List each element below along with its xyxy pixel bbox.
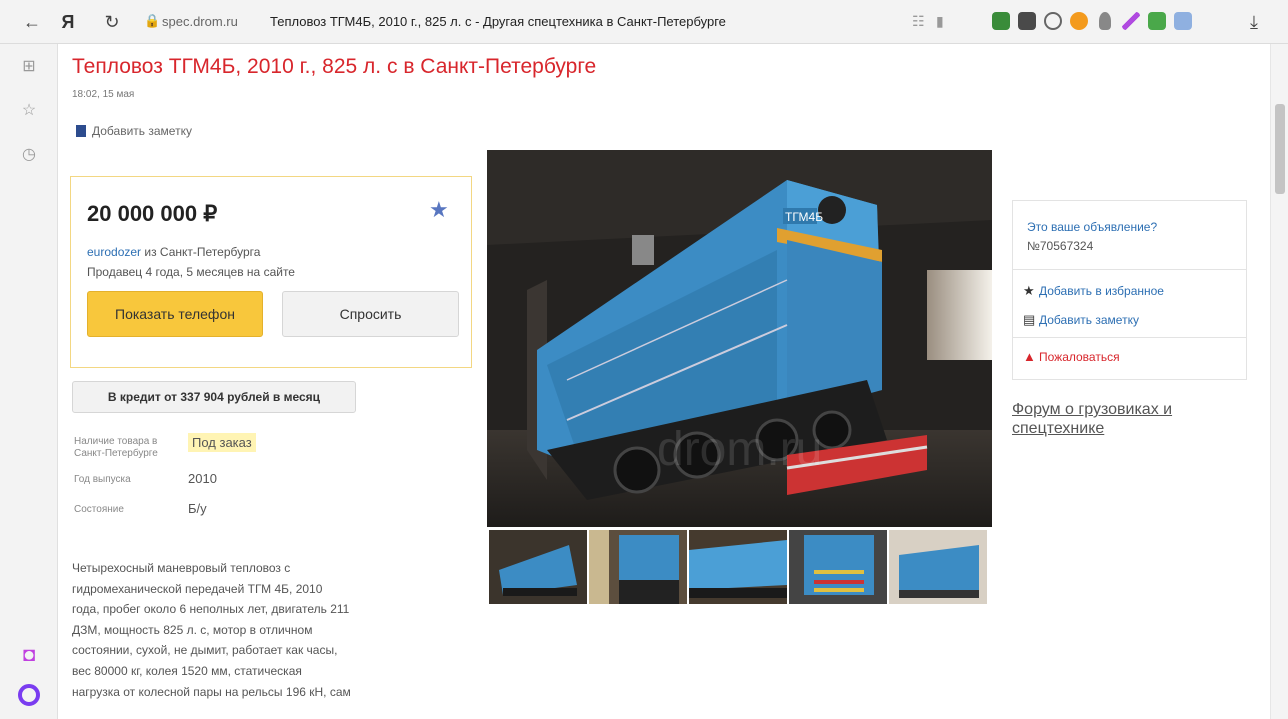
seller-city: из Санкт-Петербурга <box>141 245 261 259</box>
description: Четырехосный маневровый тепловоз с гидро… <box>72 561 351 699</box>
report-label: Пожаловаться <box>1039 350 1120 364</box>
back-arrow-icon[interactable]: ← <box>20 10 44 34</box>
favorite-star-icon[interactable]: ★ <box>429 197 449 223</box>
divider <box>1013 337 1246 338</box>
availability-badge: Под заказ <box>188 433 256 452</box>
warning-icon: ▲ <box>1023 349 1036 364</box>
download-icon[interactable]: ⤓ <box>1242 10 1266 34</box>
add-note-link[interactable]: Добавить заметку <box>76 124 192 138</box>
yandex-logo-icon[interactable]: Я <box>56 10 80 34</box>
browser-sidebar: ⊞ ☆ ◷ ◘ <box>0 44 58 719</box>
divider <box>1013 269 1246 270</box>
bookmark-icon[interactable]: ▮ <box>936 13 944 30</box>
add-favorite-link[interactable]: ★ Добавить в избранное <box>1023 283 1164 299</box>
spec-label: Наличие товара в Санкт-Петербурге <box>74 436 158 459</box>
scrollbar-thumb[interactable] <box>1275 104 1285 194</box>
thumbnail[interactable] <box>589 530 687 604</box>
extension-icon[interactable] <box>1174 12 1192 30</box>
thumbnail[interactable] <box>789 530 887 604</box>
thumbnail-strip <box>489 530 989 604</box>
ad-number: №70567324 <box>1027 239 1094 253</box>
add-note-label: Добавить заметку <box>92 124 192 138</box>
price-box: 20 000 000 ₽ ★ eurodozer из Санкт-Петерб… <box>70 176 472 368</box>
price: 20 000 000 ₽ <box>87 201 218 226</box>
main-photo[interactable]: ТГМ4Б drom.ru <box>487 150 992 527</box>
add-favorite-label: Добавить в избранное <box>1039 284 1164 298</box>
address-bar[interactable]: 🔒 spec.drom.ru Тепловоз ТГМ4Б, 2010 г., … <box>140 7 972 37</box>
spec-value: 2010 <box>188 471 217 486</box>
address-page-title: Тепловоз ТГМ4Б, 2010 г., 825 л. с - Друг… <box>270 14 726 29</box>
page-title: Тепловоз ТГМ4Б, 2010 г., 825 л. с в Санк… <box>72 55 597 78</box>
spec-label: Год выпуска <box>74 474 131 485</box>
grid-icon[interactable]: ⊞ <box>18 56 40 78</box>
thumbnail[interactable] <box>889 530 987 604</box>
extension-icon[interactable] <box>1148 12 1166 30</box>
report-link[interactable]: ▲ Пожаловаться <box>1023 349 1120 364</box>
star-outline-icon[interactable]: ☆ <box>18 100 40 122</box>
reload-icon[interactable]: ↻ <box>100 10 124 34</box>
address-domain: spec.drom.ru <box>162 14 238 29</box>
add-note-side-link[interactable]: ▤ Добавить заметку <box>1023 312 1139 328</box>
scrollbar[interactable] <box>1270 44 1288 719</box>
show-phone-button[interactable]: Показать телефон <box>87 291 263 337</box>
ask-button[interactable]: Спросить <box>282 291 459 337</box>
spec-label: Состояние <box>74 504 124 515</box>
seller-tenure: Продавец 4 года, 5 месяцев на сайте <box>87 265 295 279</box>
spec-value: Под заказ <box>188 433 256 452</box>
extension-icon[interactable] <box>1099 12 1111 30</box>
loco-label: ТГМ4Б <box>785 210 823 224</box>
watermark: drom.ru <box>657 423 822 476</box>
extension-icon[interactable] <box>1122 12 1140 30</box>
reader-icon[interactable]: ☷ <box>912 13 925 30</box>
listing-date: 18:02, 15 мая <box>72 89 135 100</box>
add-note-side-label: Добавить заметку <box>1039 313 1139 327</box>
owner-panel: Это ваше объявление? №70567324 ★ Добавить… <box>1012 200 1247 380</box>
browser-toolbar: ← Я ↻ 🔒 spec.drom.ru Тепловоз ТГМ4Б, 201… <box>0 0 1288 44</box>
note-icon <box>76 125 86 137</box>
forum-link[interactable]: Форум о грузовиках и спецтехнике <box>1012 400 1212 438</box>
alice-icon[interactable] <box>18 684 40 706</box>
extension-icon[interactable] <box>1018 12 1036 30</box>
thumbnail[interactable] <box>489 530 587 604</box>
note-icon: ▤ <box>1023 312 1036 327</box>
history-clock-icon[interactable]: ◷ <box>18 144 40 166</box>
seller-link[interactable]: eurodozer <box>87 245 141 259</box>
your-ad-link[interactable]: Это ваше объявление? <box>1027 220 1157 234</box>
extension-icon[interactable] <box>1070 12 1088 30</box>
spec-value: Б/у <box>188 501 207 516</box>
thumbnail[interactable] <box>689 530 787 604</box>
extension-icon[interactable] <box>992 12 1010 30</box>
alice-tv-icon[interactable]: ◘ <box>18 644 40 666</box>
credit-button[interactable]: В кредит от 337 904 рублей в месяц <box>72 381 356 413</box>
extension-icon[interactable] <box>1044 12 1062 30</box>
seller-info: eurodozer из Санкт-Петербурга <box>87 245 260 259</box>
star-icon: ★ <box>1023 283 1035 298</box>
lock-icon: 🔒 <box>144 13 161 28</box>
